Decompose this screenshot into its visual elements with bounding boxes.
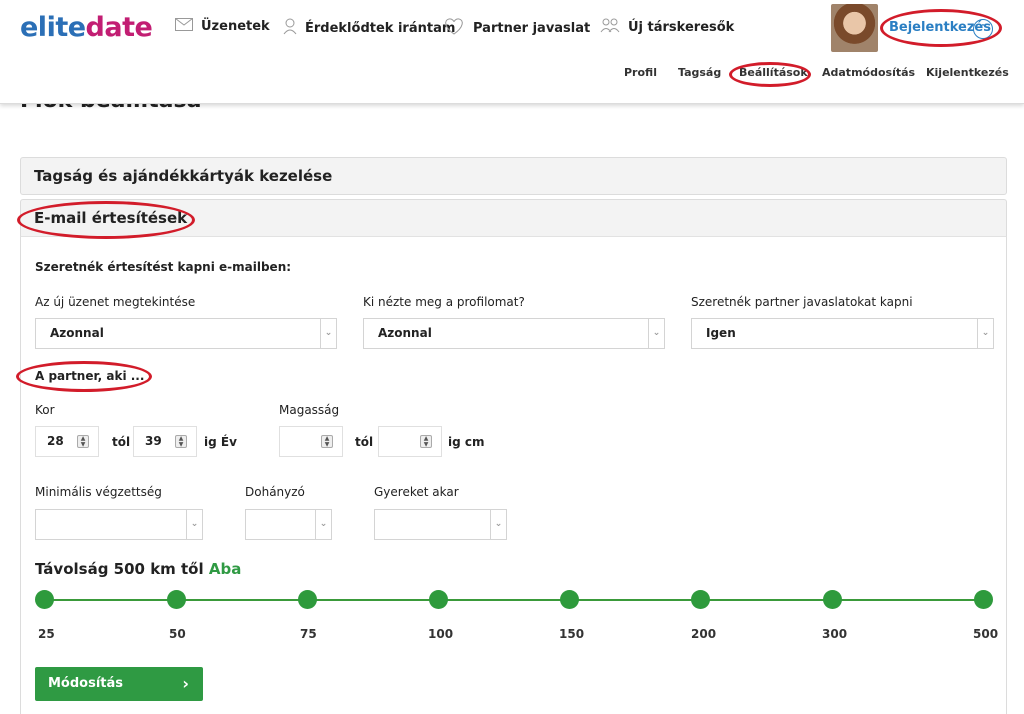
envelope-icon	[175, 18, 193, 35]
slider-tick-label: 100	[428, 627, 454, 641]
children-label: Gyereket akar	[374, 485, 459, 499]
height-to-stepper[interactable]: ▲ ▼	[378, 426, 442, 457]
email-panel-header[interactable]: E-mail értesítések	[20, 199, 1007, 237]
age-from-word: tól	[112, 435, 131, 449]
slider-tick-label: 75	[300, 627, 317, 641]
subnav-settings[interactable]: Beállítások	[739, 66, 808, 79]
subnav-membership[interactable]: Tagság	[678, 66, 721, 79]
site-header: elitedate Üzenetek Érdeklődtek irántam P…	[0, 0, 1024, 104]
email-intro: Szeretnék értesítést kapni e-mailben:	[35, 260, 292, 274]
chevron-right-icon: ›	[182, 674, 189, 693]
submit-button[interactable]: Módosítás ›	[35, 667, 203, 701]
nav-messages[interactable]: Üzenetek	[175, 18, 270, 35]
distance-heading: Távolság 500 km től Aba	[35, 560, 242, 578]
slider-stop[interactable]	[167, 590, 186, 609]
height-unit: ig cm	[448, 435, 485, 449]
subnav-data-edit[interactable]: Adatmódosítás	[822, 66, 915, 79]
height-from-stepper[interactable]: ▲ ▼	[279, 426, 343, 457]
subnav-logout[interactable]: Kijelentkezés	[926, 66, 1009, 79]
subnav-profile[interactable]: Profil	[624, 66, 657, 79]
field-label-new-message: Az új üzenet megtekintése	[35, 295, 196, 309]
slider-stop[interactable]	[35, 590, 54, 609]
chevron-down-icon: ⌄	[320, 319, 336, 348]
people-icon	[600, 18, 620, 37]
slider-stop[interactable]	[298, 590, 317, 609]
slider-tick-label: 200	[691, 627, 717, 641]
chevron-down-icon: ⌄	[186, 510, 202, 539]
field-label-partner-suggestions: Szeretnék partner javaslatokat kapni	[691, 295, 913, 309]
spin-icon[interactable]: ▲ ▼	[77, 435, 89, 448]
distance-city[interactable]: Aba	[209, 560, 241, 578]
chevron-down-icon: ⌄	[977, 319, 993, 348]
slider-stop[interactable]	[691, 590, 710, 609]
slider-tick-label: 500	[973, 627, 999, 641]
logo[interactable]: elitedate	[20, 12, 153, 43]
smoking-label: Dohányzó	[245, 485, 305, 499]
height-from-word: tól	[355, 435, 374, 449]
slider-stop[interactable]	[823, 590, 842, 609]
chevron-down-icon: ⌄	[648, 319, 664, 348]
chevron-up-icon[interactable]: ⌃	[973, 19, 993, 39]
spin-icon[interactable]: ▲ ▼	[420, 435, 432, 448]
height-label: Magasság	[279, 403, 340, 417]
spin-icon[interactable]: ▲ ▼	[175, 435, 187, 448]
age-unit: ig Év	[204, 435, 237, 449]
nav-partner-suggestion[interactable]: Partner javaslat	[443, 18, 590, 39]
education-select[interactable]: ⌄	[35, 509, 203, 540]
chevron-down-icon: ⌄	[315, 510, 331, 539]
age-label: Kor	[35, 403, 55, 417]
membership-panel-header[interactable]: Tagság és ajándékkártyák kezelése	[20, 157, 1007, 195]
age-from-stepper[interactable]: 28 ▲ ▼	[35, 426, 99, 457]
partner-suggestions-select[interactable]: Igen ⌄	[691, 318, 994, 349]
slider-tick-label: 25	[38, 627, 55, 641]
avatar[interactable]	[831, 4, 878, 52]
new-message-select[interactable]: Azonnal ⌄	[35, 318, 337, 349]
person-icon	[283, 18, 297, 39]
slider-tick-label: 300	[822, 627, 848, 641]
age-to-stepper[interactable]: 39 ▲ ▼	[133, 426, 197, 457]
children-select[interactable]: ⌄	[374, 509, 507, 540]
education-label: Minimális végzettség	[35, 485, 162, 499]
field-label-profile-views: Ki nézte meg a profilomat?	[363, 295, 525, 309]
slider-tick-label: 150	[559, 627, 585, 641]
slider-stop[interactable]	[560, 590, 579, 609]
nav-interested[interactable]: Érdeklődtek irántam	[283, 18, 455, 39]
smoking-select[interactable]: ⌄	[245, 509, 332, 540]
profile-views-select[interactable]: Azonnal ⌄	[363, 318, 665, 349]
heart-icon	[443, 18, 465, 39]
slider-tick-label: 50	[169, 627, 186, 641]
nav-new-members[interactable]: Új társkeresők	[600, 18, 734, 37]
partner-heading: A partner, aki ...	[35, 369, 145, 383]
slider-stop[interactable]	[429, 590, 448, 609]
spin-icon[interactable]: ▲ ▼	[321, 435, 333, 448]
chevron-down-icon: ⌄	[490, 510, 506, 539]
slider-stop-selected[interactable]	[974, 590, 993, 609]
